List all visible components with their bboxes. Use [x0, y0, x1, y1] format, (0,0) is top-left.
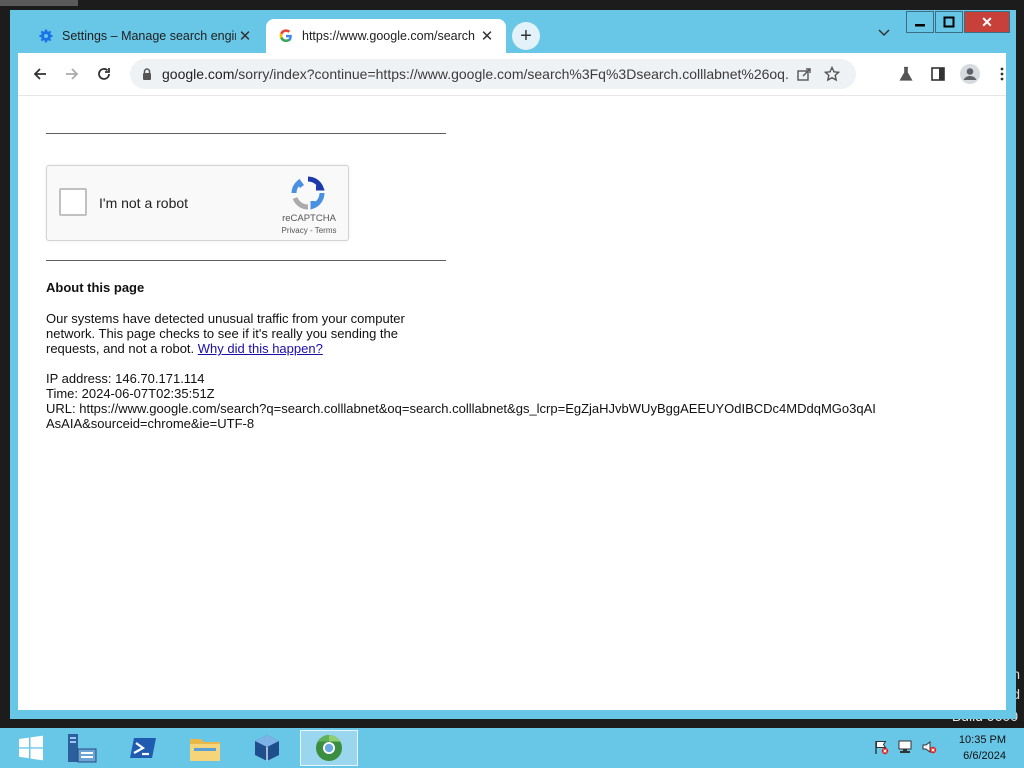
menu-kebab-icon[interactable] — [986, 58, 1018, 90]
recaptcha-widget: I'm not a robot reCAPTCHA Privacy - Term… — [46, 165, 349, 241]
network-icon[interactable] — [896, 738, 914, 756]
settings-gear-icon — [38, 28, 54, 44]
recaptcha-privacy-terms[interactable]: Privacy - Terms — [269, 226, 349, 235]
share-icon[interactable] — [790, 60, 818, 88]
tab-title: https://www.google.com/search — [302, 29, 475, 43]
forward-arrow-icon[interactable] — [56, 58, 88, 90]
request-url: URL: https://www.google.com/search?q=sea… — [46, 401, 876, 431]
side-panel-icon[interactable] — [922, 58, 954, 90]
tab-title: Settings – Manage search engin — [62, 29, 236, 43]
system-tray — [872, 738, 938, 756]
recaptcha-logo-icon — [291, 176, 325, 210]
tab-settings[interactable]: Settings – Manage search engin ✕ — [26, 19, 264, 53]
request-info: IP address: 146.70.171.114 Time: 2024-06… — [46, 371, 876, 431]
desktop-strip — [0, 0, 78, 6]
clock-date: 6/6/2024 — [963, 750, 1006, 762]
close-icon[interactable]: ✕ — [236, 27, 254, 45]
powershell-icon[interactable] — [114, 730, 172, 766]
tab-search-chevron-icon[interactable] — [876, 24, 892, 40]
chrome-window: Settings – Manage search engin ✕ https:/… — [10, 10, 1016, 719]
google-g-icon — [278, 28, 294, 44]
tab-google-search[interactable]: https://www.google.com/search ✕ — [266, 19, 506, 53]
file-explorer-icon[interactable] — [176, 730, 234, 766]
back-arrow-icon[interactable] — [24, 58, 56, 90]
divider — [46, 133, 446, 134]
captcha-label: I'm not a robot — [99, 195, 189, 211]
address-bar[interactable]: google.com/sorry/index?continue=https://… — [130, 59, 856, 89]
chrome-icon[interactable] — [300, 730, 358, 766]
server-manager-icon[interactable] — [52, 730, 110, 766]
about-heading: About this page — [46, 280, 145, 295]
new-tab-button[interactable]: + — [512, 22, 540, 50]
action-center-flag-icon[interactable] — [872, 738, 890, 756]
url-path: /sorry/index?continue=https://www.google… — [234, 66, 790, 82]
virtualbox-icon[interactable] — [238, 730, 296, 766]
why-did-this-happen-link[interactable]: Why did this happen? — [198, 341, 323, 356]
windows-taskbar: 10:35 PM 6/6/2024 — [0, 728, 1024, 768]
minimize-button[interactable] — [906, 11, 934, 33]
recaptcha-brand: reCAPTCHA — [282, 213, 336, 224]
labs-flask-icon[interactable] — [890, 58, 922, 90]
bookmark-star-icon[interactable] — [818, 60, 846, 88]
lock-icon[interactable] — [140, 67, 154, 81]
clock-time: 10:35 PM — [958, 734, 1006, 746]
timestamp: Time: 2024-06-07T02:35:51Z — [46, 386, 215, 401]
system-clock[interactable]: 10:35 PM 6/6/2024 — [959, 732, 1006, 764]
url-text[interactable]: google.com/sorry/index?continue=https://… — [162, 66, 790, 82]
browser-toolbar: google.com/sorry/index?continue=https://… — [18, 53, 1006, 95]
ip-address: IP address: 146.70.171.114 — [46, 371, 205, 386]
close-icon[interactable]: ✕ — [478, 27, 496, 45]
volume-muted-icon[interactable] — [920, 738, 938, 756]
unusual-traffic-paragraph: Our systems have detected unusual traffi… — [46, 311, 426, 356]
reload-icon[interactable] — [88, 58, 120, 90]
captcha-checkbox[interactable] — [59, 188, 87, 216]
close-window-button[interactable]: ✕ — [964, 11, 1010, 33]
tab-strip: Settings – Manage search engin ✕ https:/… — [10, 10, 1016, 53]
url-host: google.com — [162, 66, 235, 82]
toolbar-right — [890, 58, 1018, 90]
profile-avatar-icon[interactable] — [954, 58, 986, 90]
page-content: I'm not a robot reCAPTCHA Privacy - Term… — [18, 95, 1006, 710]
divider — [46, 260, 446, 261]
maximize-button[interactable] — [935, 11, 963, 33]
